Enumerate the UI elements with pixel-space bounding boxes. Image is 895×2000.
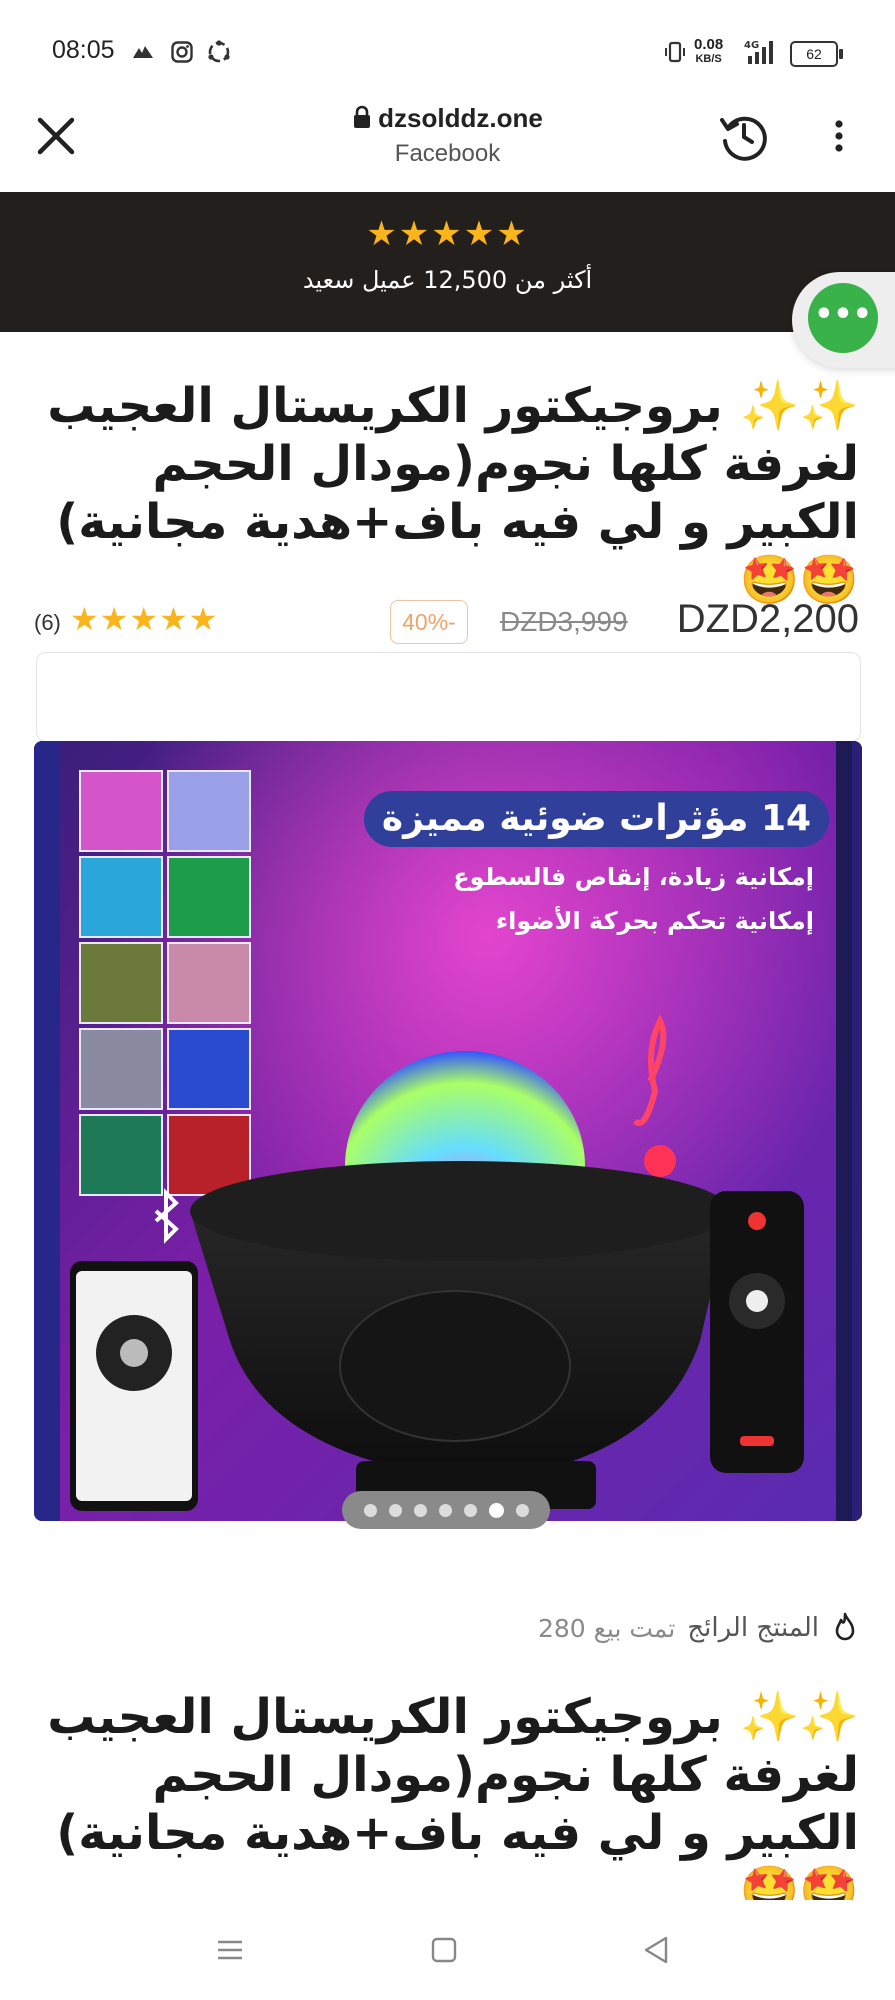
variant-box (36, 652, 861, 742)
carousel-dot[interactable] (515, 1503, 529, 1517)
close-button[interactable] (30, 110, 82, 162)
product-image (60, 741, 836, 1521)
system-nav-bar (0, 1900, 895, 2000)
url-source: Facebook (394, 140, 501, 167)
address-bar[interactable]: dzsolddz.one Facebook (260, 103, 635, 168)
trending-label: المنتج الرائج (687, 1613, 819, 1643)
network-speed-value: 0.08 (694, 36, 724, 53)
image-line-1: إمكانية زيادة، إنقاص فالسطوع (453, 863, 814, 891)
carousel-dot[interactable] (413, 1503, 427, 1517)
home-button[interactable] (424, 1930, 464, 1970)
network-speed-unit: KB/S (695, 53, 722, 65)
trust-banner: ★★★★★ أكثر من 12,500 عميل سعيد (0, 192, 895, 332)
back-button[interactable] (636, 1930, 676, 1970)
instagram-icon (168, 38, 196, 66)
url-text: dzsolddz.one (378, 103, 543, 133)
carousel-dots (342, 1491, 550, 1529)
notification-app-icon (130, 38, 156, 66)
fire-icon (835, 1612, 855, 1641)
signal-icon: 4G (744, 38, 780, 66)
menu-lines-icon (218, 1940, 242, 1960)
status-bar: 08:05 0.08 KB/S 4G 62 (0, 0, 895, 100)
history-icon (720, 116, 767, 161)
image-line-2: إمكانية تحكم بحركة الأضواء (495, 907, 814, 935)
product-image-carousel[interactable]: 14 مؤثرات ضوئية مميزة إمكانية زيادة، إنق… (34, 741, 862, 1521)
lock-icon (354, 105, 371, 128)
browser-toolbar: dzsolddz.one Facebook (0, 100, 895, 193)
home-square-icon (431, 1937, 457, 1963)
current-price: DZD2,200 (676, 597, 859, 641)
more-vert-icon (835, 120, 843, 152)
vibrate-icon (662, 38, 688, 66)
sync-app-icon (205, 38, 233, 66)
close-icon (37, 117, 75, 155)
battery-indicator: 62 (790, 41, 843, 67)
status-time: 08:05 (52, 36, 115, 64)
product-title-secondary: ✨✨ بروجيكتور الكريستال العجيب لغرفة كلها… (47, 1689, 859, 1919)
product-title: ✨✨ بروجيكتور الكريستال العجيب لغرفة كلها… (47, 378, 859, 608)
carousel-dot[interactable] (438, 1503, 452, 1517)
next-slide-edge (852, 741, 862, 1521)
more-menu-button[interactable] (824, 110, 854, 162)
prev-slide-edge (34, 741, 60, 1521)
original-price: DZD3,999 (500, 606, 628, 637)
rating-count: (6) (34, 610, 61, 635)
back-triangle-icon (644, 1936, 668, 1964)
discount-badge: 40%- (390, 600, 468, 644)
recent-apps-button[interactable] (210, 1930, 250, 1970)
chat-widget: ••• (792, 272, 895, 368)
image-headline: 14 مؤثرات ضوئية مميزة (364, 791, 829, 847)
rating-stars[interactable]: ★★★★★ (70, 600, 218, 638)
carousel-dot[interactable] (463, 1503, 477, 1517)
banner-stars: ★★★★★ (366, 214, 529, 254)
carousel-dot[interactable] (363, 1503, 377, 1517)
network-speed: 0.08 KB/S (694, 36, 724, 66)
sold-count: تمت بيع 280 (537, 1613, 676, 1643)
banner-text: أكثر من 12,500 عميل سعيد (302, 266, 593, 294)
history-button[interactable] (716, 108, 772, 164)
carousel-dot[interactable] (388, 1503, 402, 1517)
chat-dots-icon: ••• (814, 297, 872, 332)
carousel-dot[interactable] (488, 1502, 504, 1518)
svg-text:4G: 4G (744, 40, 759, 51)
trending-row: المنتج الرائج تمت بيع 280 (538, 1612, 859, 1644)
chat-button[interactable]: ••• (808, 283, 878, 353)
